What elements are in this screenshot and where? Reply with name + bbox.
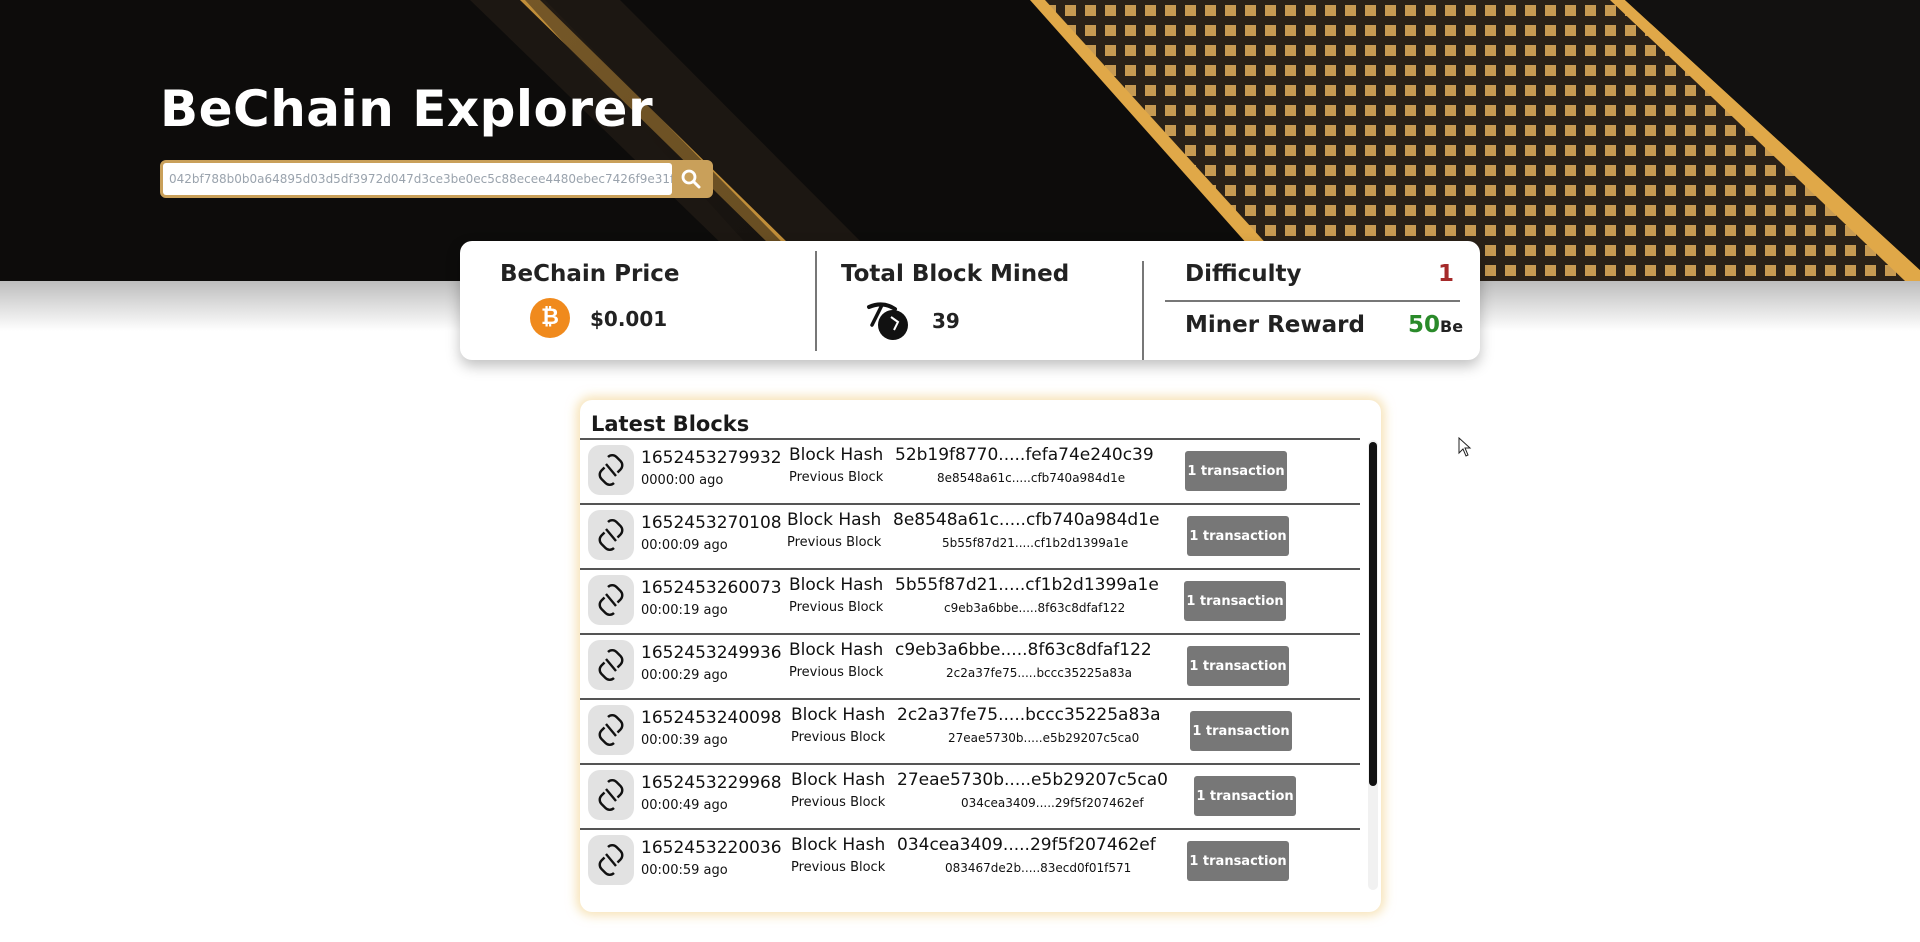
previous-block-label: Previous Block	[789, 665, 884, 680]
block-hash-value[interactable]: 52b19f8770.....fefa74e240c39	[895, 445, 1154, 465]
block-row[interactable]: 1652453270108 00:00:09 ago Block Hash 8e854…	[580, 503, 1360, 568]
block-hash-label: Block Hash	[787, 510, 882, 530]
block-hash-label: Block Hash	[789, 445, 884, 465]
stats-card: BeChain Price ₿ $0.001 Total Block Mined…	[460, 241, 1480, 360]
previous-block-value[interactable]: 8e8548a61c.....cfb740a984d1e	[937, 471, 1125, 485]
block-hash-value[interactable]: 27eae5730b.....e5b29207c5ca0	[897, 770, 1168, 790]
block-row[interactable]: 1652453249936 00:00:29 ago Block Hash c9eb3…	[580, 633, 1360, 698]
block-hash-label: Block Hash	[791, 835, 886, 855]
reward-unit: Be	[1440, 317, 1464, 336]
latest-blocks-title: Latest Blocks	[591, 412, 750, 436]
reward-amount: 50	[1408, 312, 1441, 338]
chain-link-icon	[588, 510, 634, 560]
page-title: BeChain Explorer	[160, 80, 654, 138]
block-hash-value[interactable]: 2c2a37fe75.....bccc35225a83a	[897, 705, 1161, 725]
scrollbar-thumb[interactable]	[1369, 442, 1377, 786]
chain-link-icon	[588, 705, 634, 755]
pickaxe-icon	[867, 302, 908, 340]
block-hash-value[interactable]: 8e8548a61c.....cfb740a984d1e	[893, 510, 1159, 530]
mined-title: Total Block Mined	[841, 261, 1070, 287]
block-age: 00:00:39 ago	[641, 733, 728, 748]
block-age: 00:00:09 ago	[641, 538, 728, 553]
previous-block-value[interactable]: 5b55f87d21.....cf1b2d1399a1e	[942, 536, 1128, 550]
previous-block-value[interactable]: 27eae5730b.....e5b29207c5ca0	[948, 731, 1139, 745]
chain-link-icon	[588, 575, 634, 625]
block-hash-label: Block Hash	[791, 705, 886, 725]
block-number[interactable]: 1652453260073	[641, 578, 782, 598]
block-row[interactable]: 1652453229968 00:00:49 ago Block Hash 27eae…	[580, 763, 1360, 828]
block-row[interactable]: 1652453279932 0000:00 ago Block Hash 52b19f…	[580, 438, 1360, 503]
block-number[interactable]: 1652453240098	[641, 708, 782, 728]
price-title: BeChain Price	[500, 261, 680, 287]
block-hash-value[interactable]: c9eb3a6bbe.....8f63c8dfaf122	[895, 640, 1152, 660]
chain-link-icon	[588, 835, 634, 885]
gold-pattern-background	[0, 0, 1920, 281]
block-hash-label: Block Hash	[791, 770, 886, 790]
search-input[interactable]	[163, 163, 673, 195]
divider	[1142, 261, 1144, 360]
hero-banner: BeChain Explorer	[0, 0, 1920, 281]
block-age: 00:00:19 ago	[641, 603, 728, 618]
previous-block-value[interactable]: 083467de2b.....83ecd0f01f571	[945, 861, 1131, 875]
previous-block-label: Previous Block	[787, 535, 882, 550]
transaction-button[interactable]: 1 transaction	[1194, 776, 1296, 816]
block-age: 00:00:59 ago	[641, 863, 728, 878]
block-number[interactable]: 1652453220036	[641, 838, 782, 858]
price-value: $0.001	[590, 307, 668, 331]
transaction-button[interactable]: 1 transaction	[1190, 711, 1292, 751]
latest-blocks-panel: Latest Blocks 1652453279932 0000:00 ago Bl…	[580, 400, 1381, 912]
transaction-button[interactable]: 1 transaction	[1187, 646, 1289, 686]
previous-block-value[interactable]: 2c2a37fe75.....bccc35225a83a	[946, 666, 1132, 680]
block-row[interactable]: 1652453220036 00:00:59 ago Block Hash 034ce…	[580, 828, 1360, 893]
search-button[interactable]	[672, 163, 710, 195]
block-age: 0000:00 ago	[641, 473, 724, 488]
transaction-button[interactable]: 1 transaction	[1187, 841, 1289, 881]
transaction-button[interactable]: 1 transaction	[1184, 581, 1286, 621]
previous-block-label: Previous Block	[791, 795, 886, 810]
search-icon	[681, 169, 701, 189]
scrollbar[interactable]	[1368, 440, 1378, 890]
previous-block-value[interactable]: c9eb3a6bbe.....8f63c8dfaf122	[944, 601, 1125, 615]
chain-link-icon	[588, 445, 634, 495]
transaction-button[interactable]: 1 transaction	[1187, 516, 1289, 556]
divider	[1165, 300, 1460, 302]
block-number[interactable]: 1652453270108	[641, 513, 782, 533]
search-bar	[160, 160, 713, 198]
difficulty-value: 1	[1438, 261, 1455, 287]
block-hash-label: Block Hash	[789, 640, 884, 660]
block-number[interactable]: 1652453229968	[641, 773, 782, 793]
chain-link-icon	[588, 640, 634, 690]
bitcoin-icon: ₿	[530, 298, 570, 338]
divider	[815, 251, 817, 351]
reward-title: Miner Reward	[1185, 312, 1365, 338]
previous-block-label: Previous Block	[791, 730, 886, 745]
transaction-button[interactable]: 1 transaction	[1185, 451, 1287, 491]
block-age: 00:00:29 ago	[641, 668, 728, 683]
block-number[interactable]: 1652453279932	[641, 448, 782, 468]
previous-block-value[interactable]: 034cea3409.....29f5f207462ef	[961, 796, 1144, 810]
reward-value: 50Be	[1408, 312, 1463, 338]
chain-link-icon	[588, 770, 634, 820]
block-hash-value[interactable]: 034cea3409.....29f5f207462ef	[897, 835, 1156, 855]
previous-block-label: Previous Block	[789, 470, 884, 485]
mined-value: 39	[932, 309, 960, 333]
previous-block-label: Previous Block	[789, 600, 884, 615]
block-row[interactable]: 1652453240098 00:00:39 ago Block Hash 2c2a3…	[580, 698, 1360, 763]
block-list[interactable]: 1652453279932 0000:00 ago Block Hash 52b19f…	[580, 438, 1360, 893]
previous-block-label: Previous Block	[791, 860, 886, 875]
block-row[interactable]: 1652453260073 00:00:19 ago Block Hash 5b55f…	[580, 568, 1360, 633]
block-hash-value[interactable]: 5b55f87d21.....cf1b2d1399a1e	[895, 575, 1159, 595]
block-hash-label: Block Hash	[789, 575, 884, 595]
mouse-cursor-icon	[1458, 437, 1472, 457]
difficulty-title: Difficulty	[1185, 261, 1302, 287]
block-number[interactable]: 1652453249936	[641, 643, 782, 663]
block-age: 00:00:49 ago	[641, 798, 728, 813]
